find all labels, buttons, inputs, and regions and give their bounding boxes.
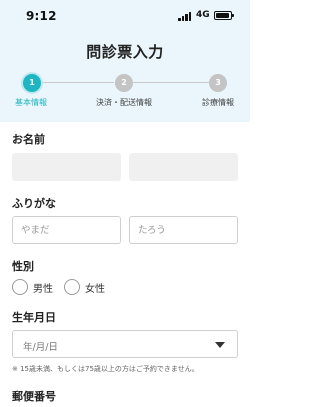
- gender-male-radio[interactable]: 男性: [12, 279, 53, 295]
- caret-down-icon: [215, 342, 225, 348]
- gender-female-label: 女性: [85, 283, 105, 295]
- step-2-indicator: 2: [115, 74, 133, 92]
- gender-label: 性別: [12, 260, 34, 273]
- last-name-input[interactable]: [12, 153, 121, 181]
- signal-icon: [178, 12, 192, 21]
- step-1-label: 基本情報: [15, 98, 47, 107]
- step-connector: [41, 82, 114, 83]
- first-name-input[interactable]: [129, 153, 238, 181]
- step-connector: [133, 82, 209, 83]
- name-label: お名前: [12, 133, 45, 146]
- birthdate-placeholder: 年/月/日: [23, 342, 58, 353]
- furigana-first-input[interactable]: [129, 216, 238, 244]
- step-1-indicator: 1: [23, 74, 41, 92]
- step-2-label: 決済・配送情報: [96, 98, 152, 107]
- birthdate-label: 生年月日: [12, 311, 56, 324]
- gender-female-radio[interactable]: 女性: [64, 279, 105, 295]
- birthdate-select[interactable]: 年/月/日: [12, 330, 238, 358]
- furigana-label: ふりがな: [12, 197, 56, 210]
- network-label: 4G: [196, 10, 210, 20]
- battery-icon: [214, 11, 234, 20]
- postal-code-label: 郵便番号: [12, 390, 56, 403]
- birthdate-note: ※ 15歳未満、もしくは75歳以上の方はご予約できません。: [12, 365, 199, 373]
- step-3-label: 診療情報: [202, 98, 234, 107]
- gender-male-label: 男性: [33, 283, 53, 295]
- status-bar: 9:12 4G: [0, 0, 250, 32]
- radio-circle[interactable]: [12, 279, 28, 295]
- step-3-indicator: 3: [209, 74, 227, 92]
- radio-circle[interactable]: [64, 279, 80, 295]
- page-title: 問診票入力: [86, 43, 164, 61]
- furigana-last-input[interactable]: [12, 216, 121, 244]
- status-time: 9:12: [26, 9, 57, 23]
